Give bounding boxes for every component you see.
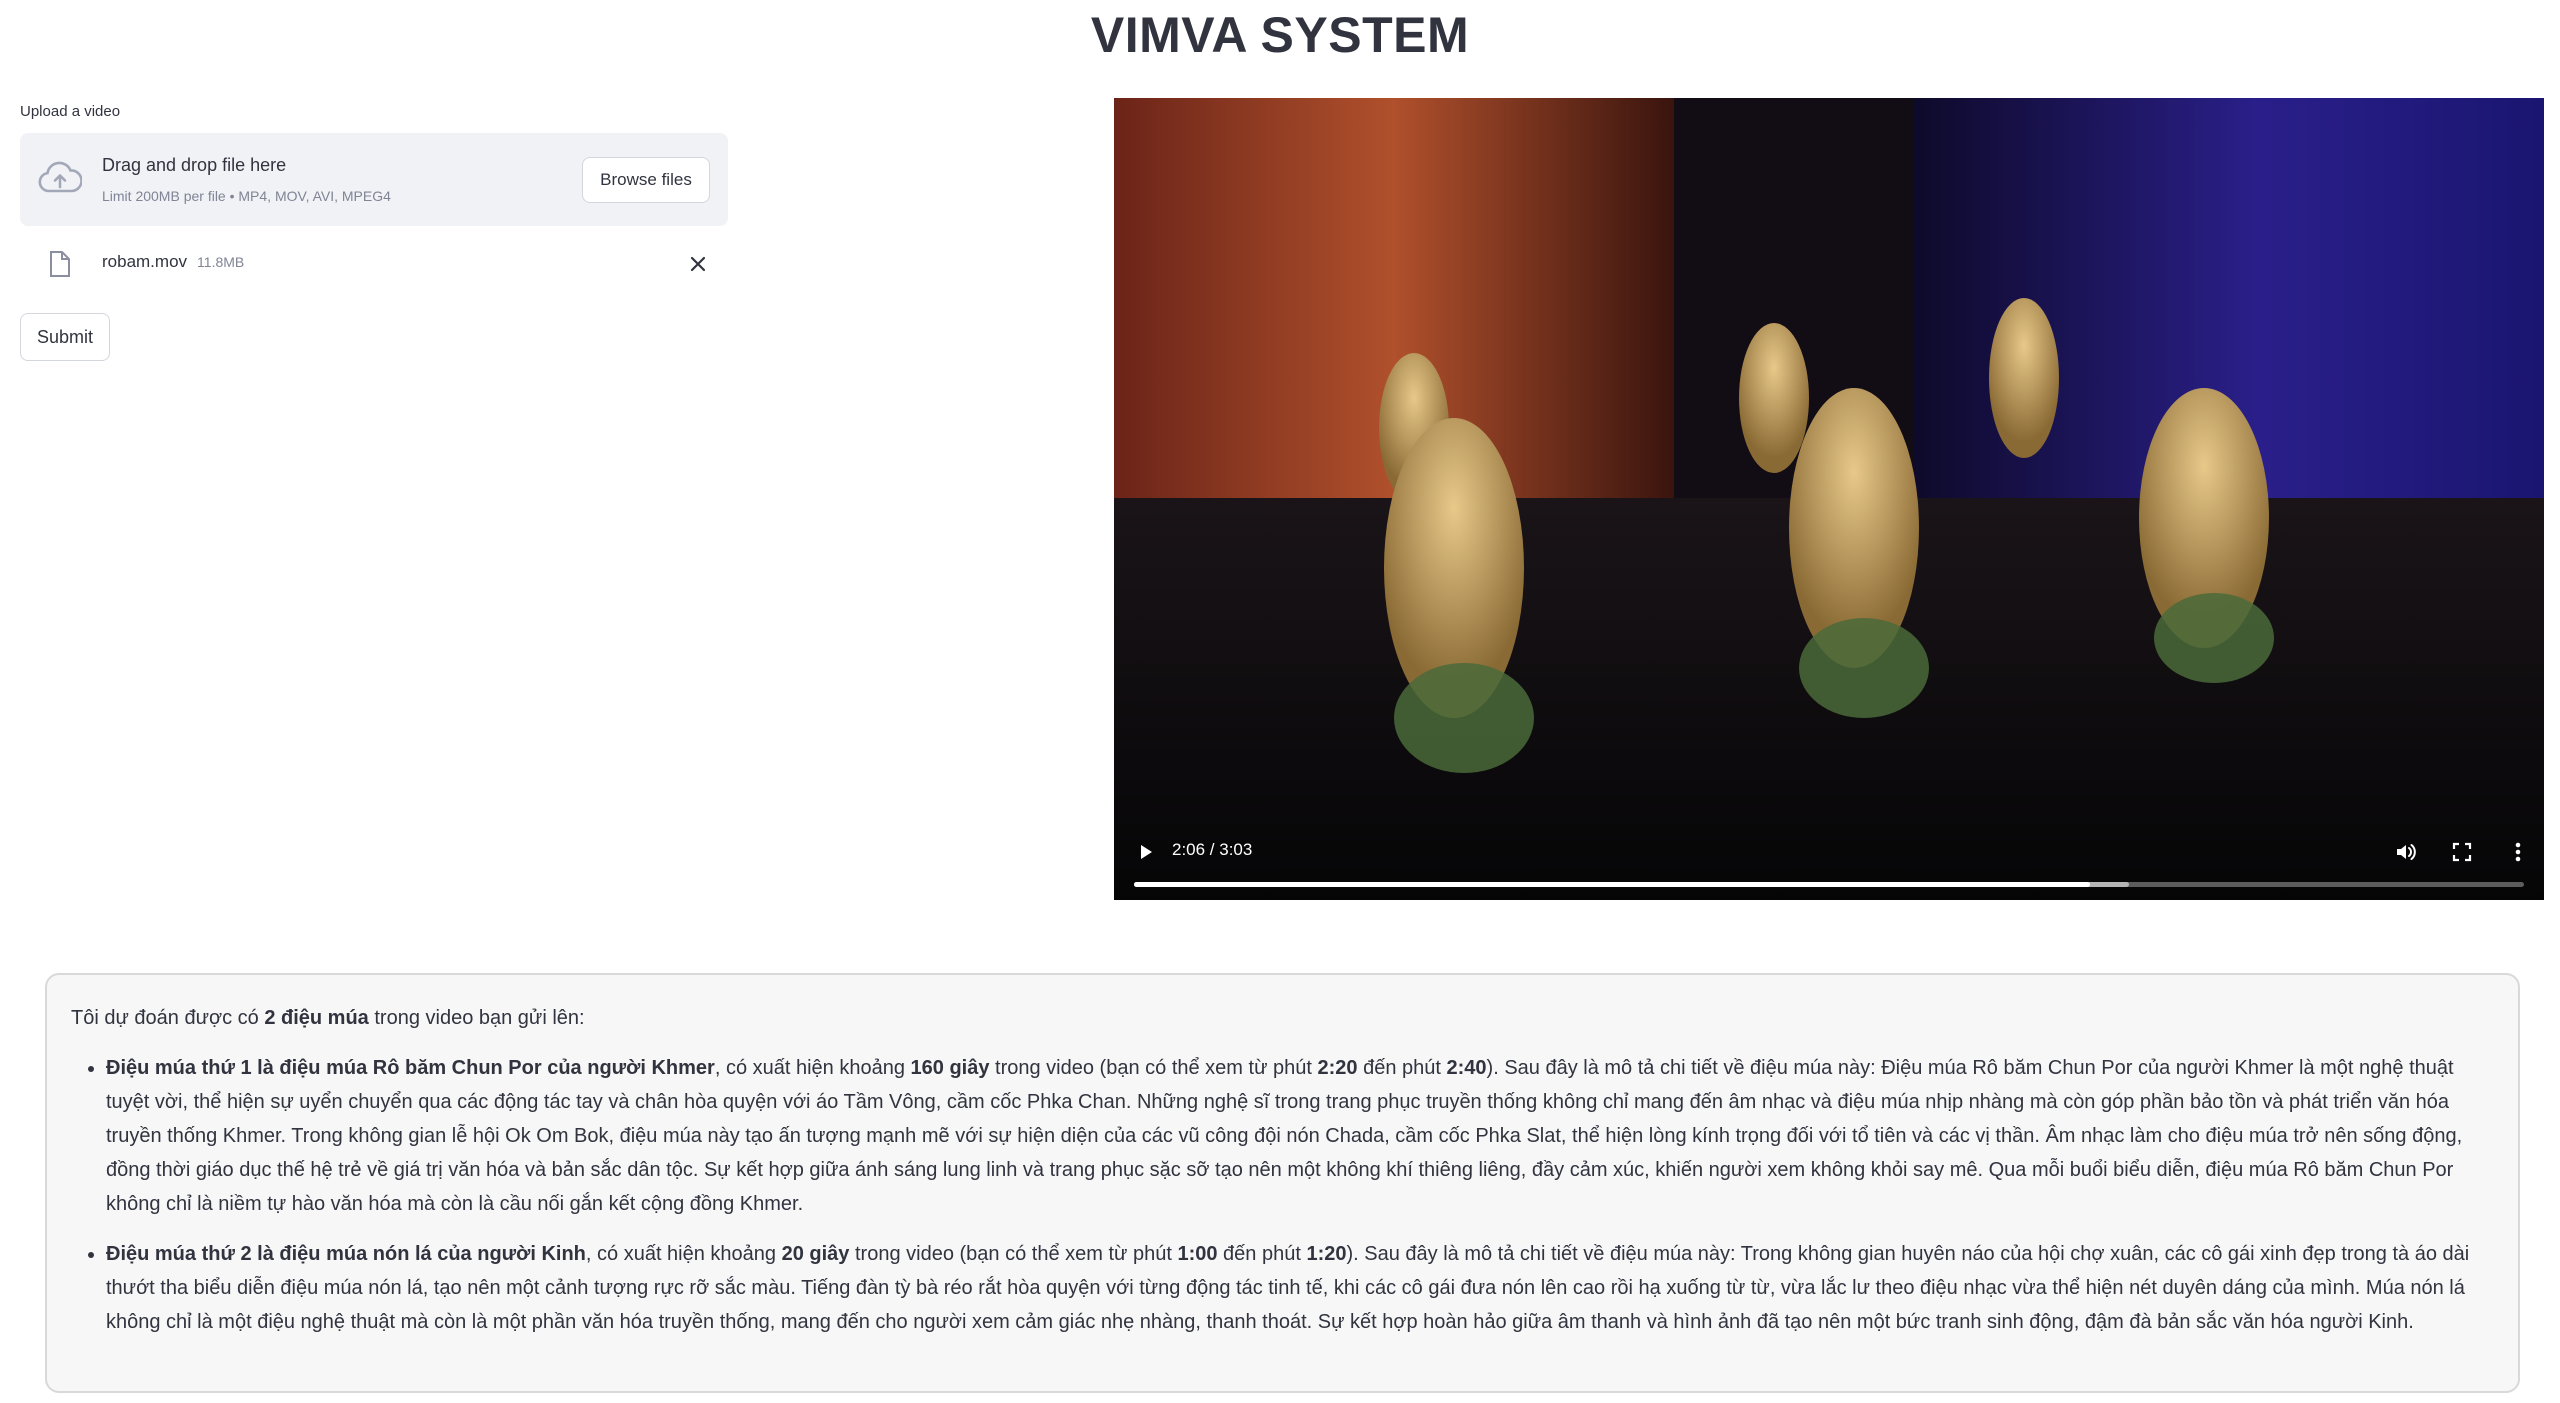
dropzone-limit: Limit 200MB per file • MP4, MOV, AVI, MP… [102, 188, 391, 204]
video-time: 2:06 / 3:03 [1172, 840, 1253, 859]
dance-end: 1:20 [1306, 1243, 1347, 1265]
text-fragment: , có xuất hiện khoảng [714, 1057, 911, 1079]
dance-title: Điệu múa thứ 1 là điệu múa Rô băm Chun P… [106, 1057, 715, 1079]
file-name: robam.mov [102, 252, 188, 271]
video-player[interactable]: 2:06 / 3:03 [1114, 98, 2544, 900]
dance-description: ). Sau đây là mô tả chi tiết về điệu múa… [106, 1057, 2463, 1215]
text-fragment: đến phút [1357, 1057, 1447, 1079]
dance-duration: 20 giây [781, 1243, 850, 1265]
file-dropzone[interactable]: Drag and drop file here Limit 200MB per … [20, 133, 728, 226]
result-intro: Tôi dự đoán được có 2 điệu múa trong vid… [71, 1001, 2494, 1035]
dance-list: Điệu múa thứ 1 là điệu múa Rô băm Chun P… [71, 1051, 2494, 1339]
video-controls: 2:06 / 3:03 [1114, 820, 2544, 900]
video-progress-bar[interactable] [1134, 882, 2524, 887]
file-name-group: robam.mov 11.8MB [102, 252, 244, 272]
dance-start: 2:20 [1317, 1057, 1358, 1079]
dance-item: Điệu múa thứ 2 là điệu múa nón lá của ng… [106, 1237, 2494, 1339]
intro-suffix: trong video bạn gửi lên: [368, 1007, 585, 1029]
dance-title: Điệu múa thứ 2 là điệu múa nón lá của ng… [106, 1243, 586, 1265]
volume-icon[interactable] [2392, 838, 2420, 866]
text-fragment: trong video (bạn có thể xem từ phút [849, 1243, 1178, 1265]
text-fragment: trong video (bạn có thể xem từ phút [989, 1057, 1318, 1079]
text-fragment: , có xuất hiện khoảng [585, 1243, 782, 1265]
page: VIMVA SYSTEM Upload a video Drag and dro… [0, 0, 2560, 1403]
submit-button[interactable]: Submit [20, 313, 110, 361]
dance-item: Điệu múa thứ 1 là điệu múa Rô băm Chun P… [106, 1051, 2494, 1221]
dropzone-instructions: Drag and drop file here [102, 155, 287, 175]
file-icon [50, 251, 70, 277]
dance-end: 2:40 [1446, 1057, 1487, 1079]
more-options-icon[interactable] [2504, 838, 2532, 866]
browse-files-button[interactable]: Browse files [582, 157, 710, 203]
prediction-result: Tôi dự đoán được có 2 điệu múa trong vid… [45, 973, 2520, 1393]
file-size: 11.8MB [197, 254, 245, 270]
dance-duration: 160 giây [910, 1057, 990, 1079]
text-fragment: đến phút [1217, 1243, 1307, 1265]
cloud-upload-icon [38, 161, 82, 193]
close-icon[interactable] [686, 252, 710, 276]
video-progress-fill [1134, 882, 2091, 887]
page-title: VIMVA SYSTEM [1090, 7, 1470, 63]
upload-label: Upload a video [20, 103, 121, 120]
play-icon[interactable] [1132, 838, 1160, 866]
video-frame [1114, 98, 2544, 900]
fullscreen-icon[interactable] [2448, 838, 2476, 866]
intro-prefix: Tôi dự đoán được có [71, 1007, 265, 1029]
dance-start: 1:00 [1177, 1243, 1218, 1265]
intro-count: 2 điệu múa [264, 1007, 369, 1029]
uploaded-file: robam.mov 11.8MB [20, 240, 728, 288]
